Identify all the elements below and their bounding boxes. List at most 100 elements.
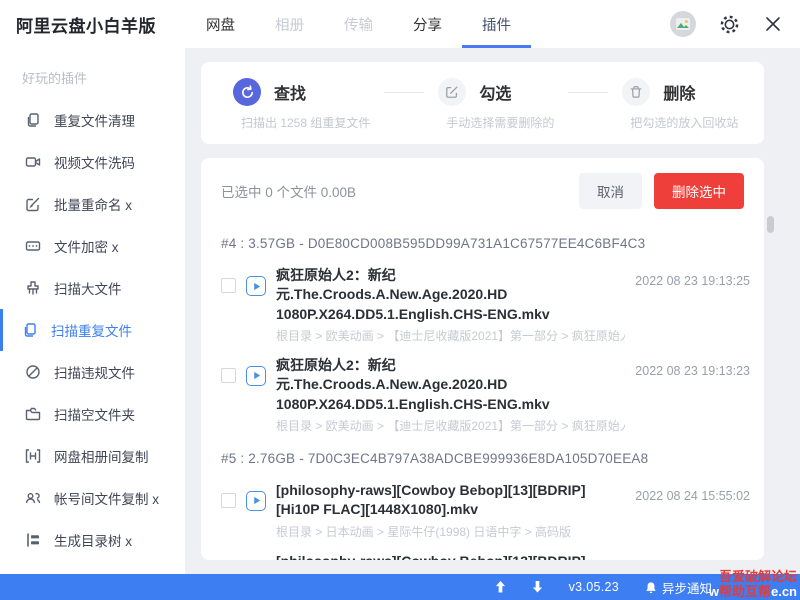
step-delete: 删除 把勾选的放入回收站 [622,78,738,131]
file-info: 疯狂原始人2：新纪元.The.Croods.A.New.Age.2020.HD … [276,266,625,344]
step-desc: 手动选择需要删除的 [446,114,554,131]
step-desc: 扫描出 1258 组重复文件 [241,114,370,131]
users-icon [25,490,41,506]
file-name: 疯狂原始人2：新纪元.The.Croods.A.New.Age.2020.HD … [276,356,625,414]
scrollbar-thumb[interactable] [767,216,774,233]
sidebar-item-scan-duplicates[interactable]: 扫描重复文件 [0,309,185,351]
nav-tab-share[interactable]: 分享 [393,0,462,48]
file-path: 根目录 > 欧美动画 > 【迪士尼收藏版2021】第一部分 > 疯狂原始人2：新… [276,417,625,434]
sidebar-item-label: 视频文件洗码 [54,152,135,172]
file-path: 根目录 > 日本动画 > 星际牛仔(1998) 日语中字 > 高码版 [276,523,625,540]
step-connector [568,92,608,93]
brush-icon [25,280,41,296]
upload-arrow-icon[interactable] [495,581,506,593]
nav-tab-album[interactable]: 相册 [255,0,324,48]
title-bar: 阿里云盘小白羊版 网盘 相册 传输 分享 插件 [0,0,800,48]
file-info: [philosophy-raws][Cowboy Bebop][13][BDRI… [276,552,625,561]
sidebar-item-scan-empty-folders[interactable]: 扫描空文件夹 [0,393,185,435]
duplicates-list-card: 已选中 0 个文件 0.00B 取消 删除选中 #4 : 3.57GB - D0… [201,158,764,560]
file-row[interactable]: [philosophy-raws][Cowboy Bebop][13][BDRI… [201,472,764,543]
sync-notify-label: 异步通知 [662,578,712,597]
cancel-button[interactable]: 取消 [579,173,642,209]
file-name: 疯狂原始人2：新纪元.The.Croods.A.New.Age.2020.HD … [276,266,625,324]
file-info: 疯狂原始人2：新纪元.The.Croods.A.New.Age.2020.HD … [276,356,625,434]
empty-folder-icon [25,406,41,422]
bell-icon [645,581,657,594]
file-checkbox[interactable] [221,368,236,383]
file-date: 2022 08 23 22:13:39 [635,560,750,561]
step-find: 查找 扫描出 1258 组重复文件 [233,78,370,131]
selection-summary: 已选中 0 个文件 0.00B [221,181,356,201]
edit-icon [25,196,41,212]
sidebar-item-label: 帐号间文件复制 x [54,488,159,508]
sidebar-item-batch-rename[interactable]: 批量重命名 x [0,183,185,225]
video-play-icon[interactable] [246,276,266,296]
duplicate-group-header: #4 : 3.57GB - D0E80CD008B595DD99A731A1C6… [201,222,764,257]
file-name: [philosophy-raws][Cowboy Bebop][13][BDRI… [276,481,625,520]
video-camera-icon [25,154,41,170]
steps-card: 查找 扫描出 1258 组重复文件 勾选 手动选择需要删除的 [201,62,764,144]
tree-list-icon [25,532,41,548]
step-label: 删除 [663,80,695,104]
selection-bar: 已选中 0 个文件 0.00B 取消 删除选中 [201,158,764,222]
file-row[interactable]: 疯狂原始人2：新纪元.The.Croods.A.New.Age.2020.HD … [201,257,764,347]
copy-icon [22,322,38,338]
sidebar-item-label: 文件加密 x [54,236,119,256]
file-info: [philosophy-raws][Cowboy Bebop][13][BDRI… [276,481,625,540]
sidebar-item-scan-large-files[interactable]: 扫描大文件 [0,267,185,309]
sidebar-item-file-encrypt[interactable]: 文件加密 x [0,225,185,267]
plugins-sidebar: 好玩的插件 重复文件清理 视频文件洗码 批量重命名 x 文件加密 x 扫描大文件… [0,48,185,574]
sidebar-item-generate-tree[interactable]: 生成目录树 x [0,519,185,561]
sidebar-item-video-transcode[interactable]: 视频文件洗码 [0,141,185,183]
sidebar-item-account-file-copy[interactable]: 帐号间文件复制 x [0,477,185,519]
version-label: v3.05.23 [569,580,619,594]
file-row[interactable]: 疯狂原始人2：新纪元.The.Croods.A.New.Age.2020.HD … [201,347,764,437]
sidebar-item-duplicate-cleanup[interactable]: 重复文件清理 [0,99,185,141]
sidebar-item-label: 扫描大文件 [54,278,122,298]
keypad-icon [25,238,41,254]
edit-icon [438,78,466,106]
copy-icon [25,112,41,128]
delete-selected-button[interactable]: 删除选中 [654,173,744,209]
step-label: 勾选 [479,80,511,104]
file-checkbox[interactable] [221,493,236,508]
sidebar-item-label: 扫描空文件夹 [54,404,135,424]
close-icon[interactable] [762,13,784,35]
sidebar-item-label: 扫描重复文件 [51,320,132,340]
video-play-icon[interactable] [246,491,266,511]
header-actions [670,0,784,48]
sidebar-header: 好玩的插件 [0,60,185,99]
nav-tab-drive[interactable]: 网盘 [186,0,255,48]
sidebar-item-label: 生成目录树 x [54,530,132,550]
refresh-icon [233,78,261,106]
app-title: 阿里云盘小白羊版 [16,12,156,37]
plugin-content: 查找 扫描出 1258 组重复文件 勾选 手动选择需要删除的 [185,48,800,574]
file-checkbox[interactable] [221,278,236,293]
sync-notify-button[interactable]: 异步通知 [645,578,712,597]
duplicate-group-header: #5 : 2.76GB - 7D0C3EC4B797A38ADCBE999936… [201,437,764,472]
file-date: 2022 08 24 15:55:02 [635,489,750,503]
sidebar-item-drive-album-copy[interactable]: 网盘相册间复制 [0,435,185,477]
status-bar: v3.05.23 异步通知 [0,574,800,600]
video-play-icon[interactable] [246,366,266,386]
ban-icon [25,364,41,380]
step-select: 勾选 手动选择需要删除的 [438,78,554,131]
file-date: 2022 08 23 19:13:23 [635,364,750,378]
settings-gear-icon[interactable] [718,13,740,35]
step-label: 查找 [274,80,306,104]
step-connector [384,92,424,93]
sidebar-item-label: 重复文件清理 [54,110,135,130]
avatar[interactable] [670,11,696,37]
avatar-photo-icon [674,15,692,33]
file-row[interactable]: [philosophy-raws][Cowboy Bebop][13][BDRI… [201,543,764,561]
nav-tab-plugins[interactable]: 插件 [462,0,531,48]
nav-tab-transfer[interactable]: 传输 [324,0,393,48]
main-nav: 网盘 相册 传输 分享 插件 [186,0,531,48]
trash-icon [622,78,650,106]
sidebar-item-label: 网盘相册间复制 [54,446,149,466]
file-path: 根目录 > 欧美动画 > 【迪士尼收藏版2021】第一部分 > 疯狂原始人2：新… [276,327,625,344]
file-date: 2022 08 23 19:13:25 [635,274,750,288]
sidebar-item-label: 批量重命名 x [54,194,132,214]
download-arrow-icon[interactable] [532,581,543,593]
sidebar-item-scan-violations[interactable]: 扫描违规文件 [0,351,185,393]
